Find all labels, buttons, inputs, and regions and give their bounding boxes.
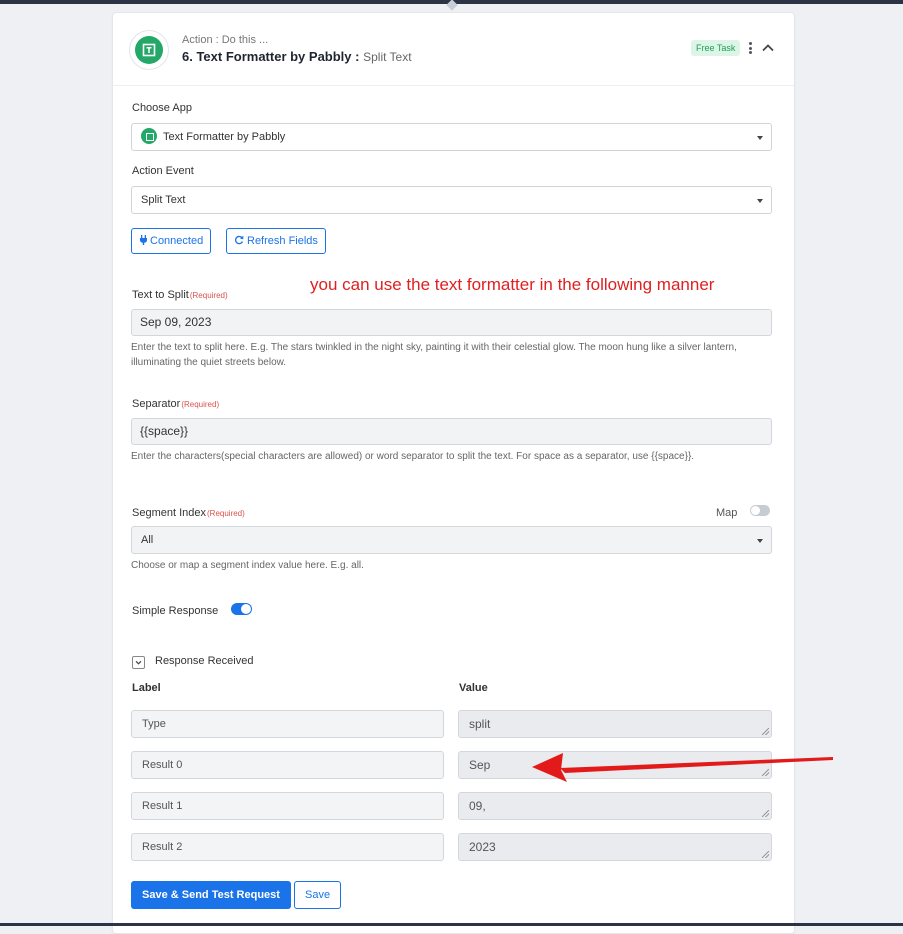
choose-app-select[interactable]: Text Formatter by Pabbly [131, 123, 772, 151]
response-label-field[interactable]: Result 2 [131, 833, 444, 861]
map-toggle[interactable] [750, 505, 770, 516]
response-value-field[interactable]: Sep [458, 751, 772, 779]
separator-help: Enter the characters(special characters … [131, 451, 695, 462]
response-value-field[interactable]: split [458, 710, 772, 738]
step-subtitle: Action : Do this ... [182, 34, 269, 46]
action-step-card: Action : Do this ... 6. Text Formatter b… [112, 12, 795, 934]
step-header[interactable]: Action : Do this ... 6. Text Formatter b… [113, 13, 794, 86]
value-column-header: Value [459, 682, 488, 694]
response-label-field[interactable]: Result 0 [131, 751, 444, 779]
plug-icon [140, 235, 147, 245]
segment-index-label: Segment Index(Required) [132, 507, 245, 519]
more-options-icon[interactable] [746, 40, 754, 56]
label-column-header: Label [132, 682, 161, 694]
refresh-fields-button[interactable]: Refresh Fields [226, 228, 326, 254]
text-to-split-label: Text to Split(Required) [132, 289, 228, 301]
map-label: Map [716, 507, 738, 519]
response-label-field[interactable]: Result 1 [131, 792, 444, 820]
caret-down-icon [757, 199, 763, 203]
annotation-text: you can use the text formatter in the fo… [310, 275, 715, 294]
response-received-title: Response Received [155, 655, 254, 667]
free-task-badge: Free Task [691, 40, 741, 56]
action-event-label: Action Event [132, 165, 194, 177]
segment-index-select[interactable]: All [131, 526, 772, 554]
action-event-select[interactable]: Split Text [131, 186, 772, 214]
text-formatter-logo-icon [129, 30, 169, 70]
response-value-field[interactable]: 09, [458, 792, 772, 820]
segment-index-help: Choose or map a segment index value here… [131, 560, 364, 571]
required-tag: (Required) [189, 291, 228, 300]
separator-input[interactable]: {{space}} [131, 418, 772, 445]
caret-down-icon [757, 539, 763, 543]
step-title: 6. Text Formatter by Pabbly : Split Text [182, 49, 412, 64]
separator-label: Separator(Required) [132, 398, 220, 410]
caret-down-icon [757, 136, 763, 140]
collapse-toggle[interactable] [132, 656, 145, 669]
step-event: Split Text [363, 50, 412, 64]
choose-app-label: Choose App [132, 102, 192, 114]
save-button[interactable]: Save [294, 881, 342, 909]
required-tag: (Required) [207, 509, 245, 518]
text-formatter-mini-icon [141, 128, 157, 145]
chevron-down-icon [135, 660, 142, 665]
text-to-split-help: Enter the text to split here. E.g. The s… [131, 342, 737, 368]
response-label-field[interactable]: Type [131, 710, 444, 738]
text-to-split-input[interactable]: Sep 09, 2023 [131, 309, 772, 336]
chevron-up-icon[interactable] [761, 41, 775, 55]
response-value-field[interactable]: 2023 [458, 833, 772, 861]
save-send-test-button[interactable]: Save & Send Test Request [131, 881, 291, 909]
simple-response-label: Simple Response [132, 605, 219, 617]
refresh-icon [234, 235, 244, 245]
simple-response-toggle[interactable] [231, 603, 252, 615]
connected-button[interactable]: Connected [131, 228, 212, 254]
required-tag: (Required) [181, 400, 220, 409]
